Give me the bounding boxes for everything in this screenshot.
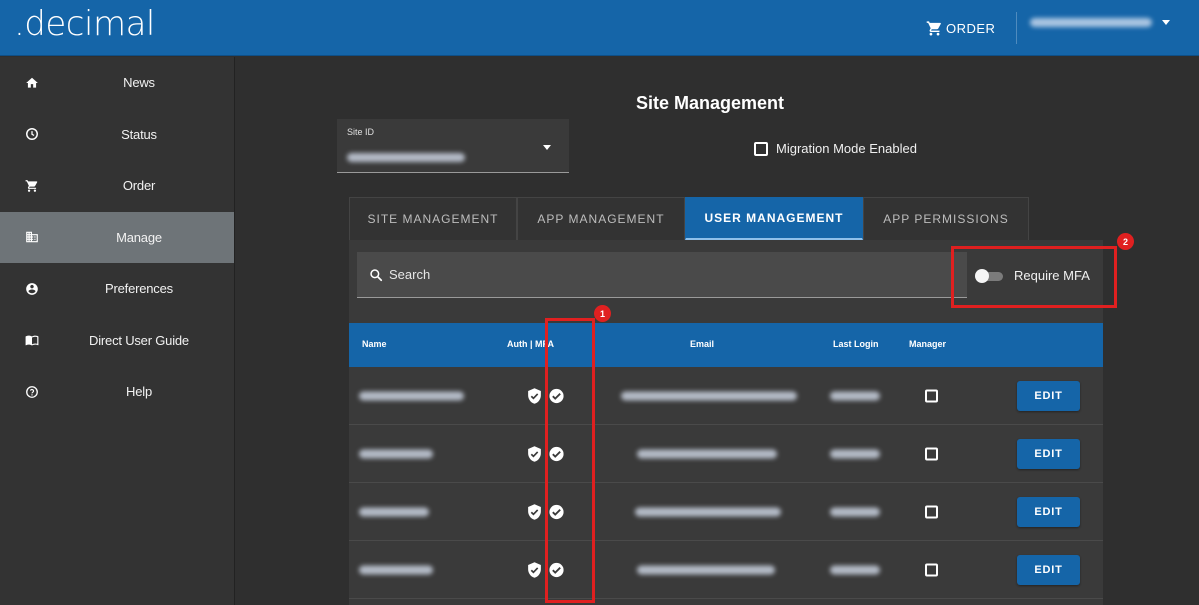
user-name-redacted [359,565,433,574]
user-menu[interactable] [1030,18,1170,27]
help-icon [26,385,38,398]
app-logo[interactable]: .decimal [14,4,155,44]
order-button[interactable]: ORDER [926,17,995,39]
search-input[interactable]: Search [357,252,967,298]
last-login-redacted [830,449,880,458]
column-header-auth[interactable]: Auth [507,339,528,349]
sidebar-item-direct-user-guide[interactable]: Direct User Guide [0,315,234,367]
site-id-value-redacted [347,149,465,167]
site-id-select[interactable]: Site ID [337,119,569,173]
table-row: EDIT [349,483,1103,541]
shield-check-icon [528,561,541,578]
last-login-redacted [830,391,880,400]
user-name-redacted [1030,18,1152,27]
annotation-badge: 2 [1117,233,1134,250]
order-button-label: ORDER [946,20,996,36]
column-header-email[interactable]: Email [690,339,714,349]
email-redacted [635,507,781,516]
home-icon [26,77,38,88]
cart-icon [25,179,38,192]
edit-button[interactable]: EDIT [1017,496,1080,527]
migration-mode-label: Migration Mode Enabled [776,141,917,156]
email-redacted [621,391,797,400]
sidebar-item-preferences[interactable]: Preferences [0,263,234,315]
sidebar-item-news[interactable]: News [0,57,234,109]
cart-icon [926,20,941,36]
user-name-redacted [359,449,433,458]
annotation-box-require-mfa [951,246,1117,308]
migration-mode-checkbox[interactable]: Migration Mode Enabled [754,141,917,156]
tab-bar: SITE MANAGEMENT APP MANAGEMENT USER MANA… [349,197,1029,240]
edit-button[interactable]: EDIT [1017,554,1080,585]
manager-checkbox[interactable] [925,447,938,460]
column-header-name[interactable]: Name [362,339,387,349]
shield-check-icon [528,387,541,404]
edit-button[interactable]: EDIT [1017,438,1080,469]
last-login-redacted [830,565,880,574]
tab-app-management[interactable]: APP MANAGEMENT [517,197,685,240]
table-header: Name Auth | MFA Email Last Login Manager [349,323,1103,367]
sidebar-nav: News Status Order Manage Preferences Dir… [0,57,235,605]
annotation-badge: 1 [594,305,611,322]
clock-icon [26,128,38,141]
account-icon [26,282,38,295]
page-title: Site Management [636,93,785,113]
sidebar-item-help[interactable]: Help [0,366,234,418]
email-redacted [637,565,775,574]
manager-checkbox[interactable] [925,563,938,576]
manager-checkbox[interactable] [925,505,938,518]
chevron-down-icon [543,145,551,150]
shield-check-icon [528,503,541,520]
building-icon [26,232,38,243]
chevron-down-icon [1162,20,1170,25]
search-placeholder: Search [389,267,431,282]
shield-check-icon [528,445,541,462]
table-row: EDIT [349,367,1103,425]
book-icon [25,335,39,346]
main-content: Site Management Site ID Migration Mode E… [236,57,1199,605]
column-header-manager[interactable]: Manager [909,339,946,349]
column-header-separator: | [530,339,533,349]
edit-button[interactable]: EDIT [1017,380,1080,411]
user-name-redacted [359,391,464,400]
tab-user-management[interactable]: USER MANAGEMENT [685,197,863,240]
sidebar-item-order[interactable]: Order [0,160,234,212]
last-login-redacted [830,507,880,516]
sidebar-item-manage[interactable]: Manage [0,211,234,263]
tab-app-permissions[interactable]: APP PERMISSIONS [863,197,1029,240]
column-header-last-login[interactable]: Last Login [833,339,879,349]
manager-checkbox[interactable] [925,389,938,402]
sidebar-item-status[interactable]: Status [0,109,234,161]
top-app-bar: .decimal ORDER [0,0,1199,56]
annotation-box-auth-mfa [545,318,595,603]
table-row: EDIT [349,425,1103,483]
search-icon [370,268,383,281]
checkbox-icon[interactable] [754,141,768,156]
header-divider [1016,12,1017,44]
tab-site-management[interactable]: SITE MANAGEMENT [349,197,517,240]
site-id-label: Site ID [347,127,375,137]
email-redacted [637,449,777,458]
user-name-redacted [359,507,429,516]
table-row: EDIT [349,541,1103,599]
